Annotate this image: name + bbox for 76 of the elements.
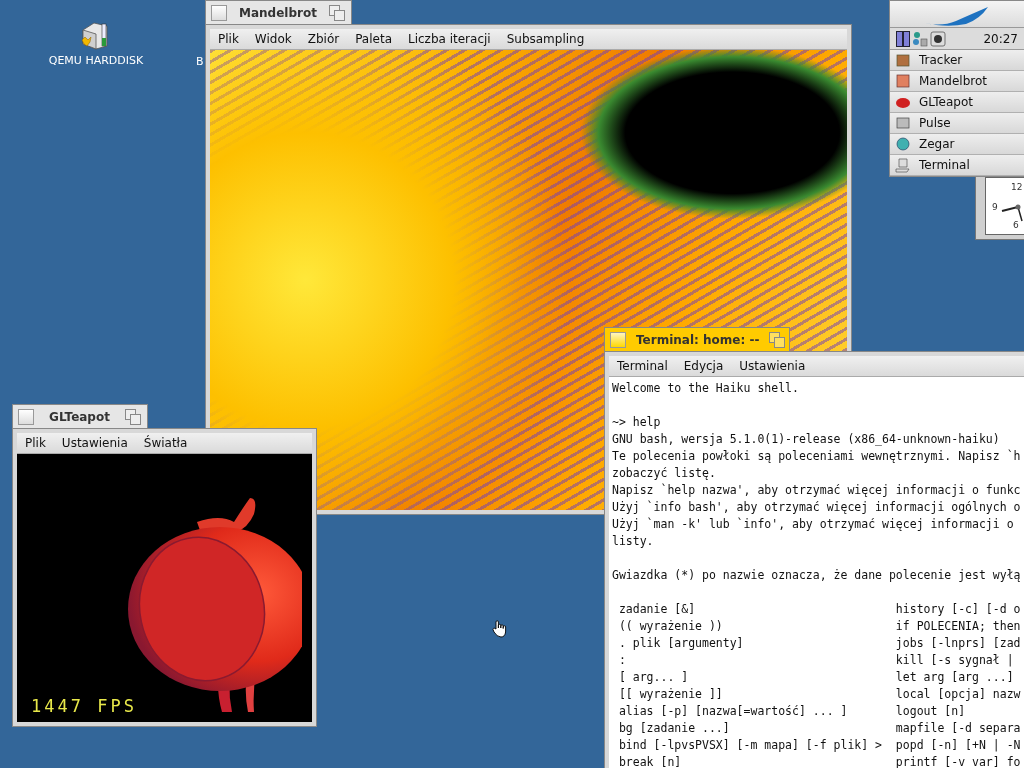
terminal-line: [ arg... ]: [617, 669, 690, 686]
menu-item[interactable]: Plik: [25, 436, 46, 450]
terminal-line: printf [-v var] fo: [895, 754, 1021, 768]
deskbar-menu[interactable]: [890, 1, 1024, 28]
app-icon: [895, 52, 911, 68]
app-icon: [895, 115, 911, 131]
terminal-line: kill [-s sygnał |: [895, 652, 1014, 669]
menu-item[interactable]: Paleta: [355, 32, 392, 46]
app-icon: [895, 157, 911, 173]
menu-item[interactable]: Ustawienia: [61, 436, 128, 450]
terminal-line: popd [-n] [+N | -N: [895, 737, 1021, 754]
terminal-line: let arg [arg ...]: [895, 669, 1014, 686]
menu-item[interactable]: Terminal: [617, 359, 668, 373]
window-tab[interactable]: GLTeapot: [12, 404, 148, 428]
terminal-line: Napisz `help nazwa', aby otrzymać więcej informacji o funkc: [612, 482, 1021, 499]
close-icon[interactable]: [18, 408, 34, 425]
terminal-line: zadanie [&]: [617, 601, 697, 618]
zoom-icon[interactable]: [769, 331, 786, 348]
terminal-line: bind [-lpvsPVSX] [-m mapa] [-f plik] >: [617, 737, 884, 754]
deskbar-item[interactable]: Tracker: [890, 50, 1024, 71]
menu-item[interactable]: Liczba iteracji: [408, 32, 491, 46]
deskbar-item[interactable]: Mandelbrot: [890, 71, 1024, 92]
menu-item[interactable]: Ustawienia: [739, 359, 806, 373]
window-title: Terminal: home: --: [636, 332, 760, 347]
clock-numeral: 9: [992, 202, 998, 212]
terminal-line: if POLECENIA; then: [895, 618, 1021, 635]
terminal-line: break [n]: [617, 754, 683, 768]
app-icon: [895, 73, 911, 89]
terminal-line: :: [617, 652, 627, 669]
terminal-line: listy.: [612, 533, 654, 550]
desktop-icon-label[interactable]: QEMU HARDDISK: [48, 54, 144, 67]
speaker-icon[interactable]: [930, 30, 946, 47]
terminal-line: bg [zadanie ...]: [617, 720, 731, 737]
terminal-line: [[ wyrażenie ]]: [617, 686, 724, 703]
terminal-line: . plik [argumenty]: [617, 635, 745, 652]
close-icon[interactable]: [211, 4, 227, 21]
terminal-line: jobs [-lnprs] [zad: [895, 635, 1021, 652]
cpu-meter-icon[interactable]: [896, 30, 910, 47]
deskbar-item[interactable]: Pulse: [890, 113, 1024, 134]
terminal-line: GNU bash, wersja 5.1.0(1)-release (x86_64-unknown-haiku): [612, 431, 1000, 448]
hand-cursor-icon: [492, 620, 508, 638]
menu-item[interactable]: Światła: [143, 436, 188, 450]
terminal-line: mapfile [-d separa: [895, 720, 1021, 737]
menu-item[interactable]: Widok: [254, 32, 292, 46]
terminal-line: Gwiazdka (*) po nazwie oznacza, że dane polecenie jest wyłą: [612, 567, 1021, 584]
menu-item[interactable]: Subsampling: [506, 32, 585, 46]
clock-numeral: 6: [1013, 220, 1019, 230]
window-tab[interactable]: Mandelbrot: [205, 0, 352, 24]
zoom-icon[interactable]: [125, 408, 141, 425]
window-title: Mandelbrot: [238, 5, 318, 20]
terminal-line: zobaczyć listę.: [612, 465, 716, 482]
desktop-icon-label[interactable]: B: [196, 55, 204, 68]
app-icon: [895, 136, 911, 152]
menu-item[interactable]: Zbiór: [307, 32, 340, 46]
clock-time[interactable]: 20:27: [983, 31, 1018, 46]
terminal-line: logout [n]: [895, 703, 966, 720]
menu-item[interactable]: Edycja: [683, 359, 724, 373]
deskbar-item[interactable]: Zegar: [890, 134, 1024, 155]
menu-item[interactable]: Plik: [218, 32, 239, 46]
clock-numeral: 12: [1011, 182, 1023, 192]
terminal-line: alias [-p] [nazwa[=wartość] ... ]: [617, 703, 849, 720]
deskbar-item[interactable]: Terminal: [890, 155, 1024, 176]
terminal-line: Welcome to the Haiku shell.: [612, 380, 799, 397]
terminal-line: local [opcja] nazw: [895, 686, 1021, 703]
zoom-icon[interactable]: [329, 4, 345, 21]
fps-counter: 1447 FPS: [31, 696, 137, 716]
window-tab[interactable]: Terminal: home: --: [604, 327, 790, 351]
close-icon[interactable]: [610, 331, 626, 348]
terminal-line: Użyj `info bash', aby otrzymać więcej informacji ogólnych o: [612, 499, 1021, 516]
window-title: GLTeapot: [48, 409, 111, 424]
terminal-line: history [-c] [-d o: [895, 601, 1021, 618]
deskbar-item[interactable]: GLTeapot: [890, 92, 1024, 113]
terminal-line: ~> help: [612, 414, 661, 431]
terminal-line: (( wyrażenie )): [617, 618, 724, 635]
terminal-line: Te polecenia powłoki są poleceniami wewnętrznymi. Napisz `h: [612, 448, 1021, 465]
terminal-line: Użyj `man -k' lub `info', aby otrzymać więcej informacji o: [612, 516, 1014, 533]
